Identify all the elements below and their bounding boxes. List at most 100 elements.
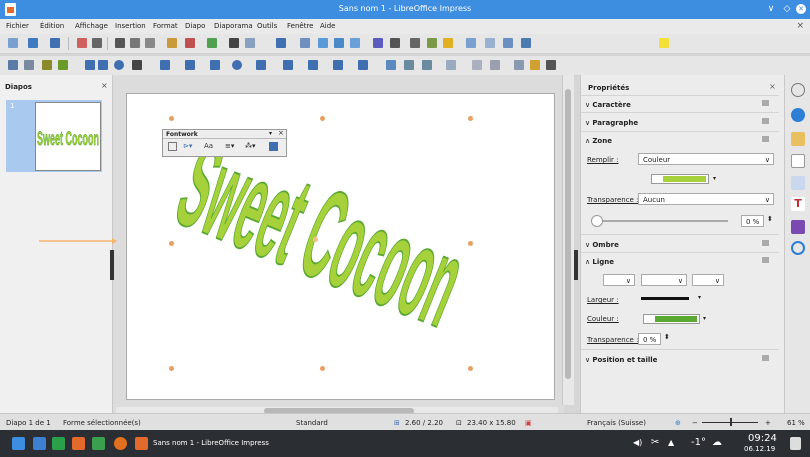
- section-paragraphe[interactable]: ∨ Paragraphe: [585, 119, 638, 127]
- slides-pane-close-icon[interactable]: ×: [101, 81, 108, 90]
- print-icon[interactable]: [92, 38, 102, 48]
- fontwork-alignment-icon[interactable]: ≡▾: [225, 142, 234, 150]
- zone-more-icon[interactable]: [762, 136, 769, 142]
- insert-image-icon[interactable]: [318, 38, 328, 48]
- menu-fenetre[interactable]: Fenêtre: [287, 22, 313, 30]
- clock-date[interactable]: 06.12.19: [744, 445, 775, 453]
- menu-diapo[interactable]: Diapo: [185, 22, 205, 30]
- zoom-in-button[interactable]: +: [765, 419, 771, 427]
- close-window-button[interactable]: ✕: [796, 4, 806, 14]
- weather-icon[interactable]: ☁: [712, 437, 722, 448]
- section-position-taille[interactable]: ∨ Position et taille: [585, 356, 657, 364]
- expand-tray-icon[interactable]: ▲: [668, 438, 674, 447]
- transparence-slider-knob[interactable]: [591, 215, 603, 227]
- slide-layout-icon[interactable]: [485, 38, 495, 48]
- line-style-dropdown[interactable]: ∨: [641, 274, 687, 286]
- sidebar-collapse-handle[interactable]: [574, 250, 578, 280]
- menu-diaporama[interactable]: Diaporama: [214, 22, 253, 30]
- selection-handle[interactable]: [169, 366, 174, 371]
- ombre-more-icon[interactable]: [762, 240, 769, 246]
- extrusion-icon[interactable]: [546, 60, 556, 70]
- draw-mode-icon[interactable]: [659, 38, 669, 48]
- distribute-icon[interactable]: [446, 60, 456, 70]
- section-caractere[interactable]: ∨ Caractère: [585, 101, 631, 109]
- firefox-icon[interactable]: [114, 437, 127, 450]
- symbol-shapes-icon[interactable]: [232, 60, 242, 70]
- slide-pane-collapse-handle[interactable]: [110, 250, 114, 280]
- section-zone[interactable]: ∧ Zone: [585, 137, 612, 145]
- fontwork-same-letter-heights-icon[interactable]: Aa: [204, 142, 213, 150]
- line-icon[interactable]: [85, 60, 95, 70]
- fontwork-spacing-icon[interactable]: ⁂▾: [245, 142, 256, 150]
- fontwork-close-icon[interactable]: ×: [278, 129, 284, 137]
- rectangle-icon[interactable]: [98, 60, 108, 70]
- fontwork-extrusion-icon[interactable]: [269, 142, 278, 151]
- fontwork-insert-icon[interactable]: [168, 142, 177, 151]
- line-color-picker[interactable]: [643, 314, 700, 324]
- draw-icon[interactable]: [92, 437, 105, 450]
- export-pdf-icon[interactable]: [77, 38, 87, 48]
- fontwork-shape-icon[interactable]: ⊳▾: [183, 142, 192, 150]
- menu-icon[interactable]: [791, 83, 805, 97]
- find-replace-icon[interactable]: [229, 38, 239, 48]
- undo-icon[interactable]: [185, 38, 195, 48]
- show-draw-functions-icon[interactable]: [443, 38, 453, 48]
- selection-handle[interactable]: [320, 366, 325, 371]
- navigator-icon[interactable]: [791, 241, 805, 255]
- launcher-icon[interactable]: [12, 437, 25, 450]
- copy-icon[interactable]: [130, 38, 140, 48]
- transparence-percent-field[interactable]: 0 %: [741, 215, 764, 227]
- points-icon[interactable]: [514, 60, 524, 70]
- flowchart-icon[interactable]: [283, 60, 293, 70]
- adjust-handle[interactable]: [313, 237, 318, 242]
- volume-icon[interactable]: ◀): [633, 438, 642, 447]
- align-icon[interactable]: [404, 60, 414, 70]
- vertical-scroll-thumb[interactable]: [565, 89, 571, 379]
- gallery-icon[interactable]: [791, 220, 805, 234]
- redo-icon[interactable]: [207, 38, 217, 48]
- selection-handle[interactable]: [468, 116, 473, 121]
- slide-transition-icon[interactable]: [791, 132, 805, 146]
- task-title[interactable]: Sans nom 1 - LibreOffice Impress: [153, 439, 269, 447]
- caractere-more-icon[interactable]: [762, 100, 769, 106]
- selection-handle[interactable]: [169, 116, 174, 121]
- line-end-arrow-dropdown[interactable]: ∨: [692, 274, 724, 286]
- zoom-slider-knob[interactable]: [730, 418, 732, 426]
- transparence-dropdown[interactable]: Aucun ∨: [638, 193, 774, 205]
- display-grid-icon[interactable]: [276, 38, 286, 48]
- arrange-icon[interactable]: [422, 60, 432, 70]
- selection-handle[interactable]: [320, 116, 325, 121]
- insert-special-character-icon[interactable]: [390, 38, 400, 48]
- basic-shapes-icon[interactable]: [210, 60, 220, 70]
- start-presentation-icon[interactable]: [466, 38, 476, 48]
- master-slides-icon[interactable]: [791, 154, 805, 168]
- paste-icon[interactable]: [145, 38, 155, 48]
- zoom-out-button[interactable]: −: [692, 419, 698, 427]
- minimize-button[interactable]: ∨: [765, 3, 777, 15]
- menu-fichier[interactable]: Fichier: [6, 22, 29, 30]
- zoom-icon[interactable]: [24, 60, 34, 70]
- fill-color-dropdown-icon[interactable]: ▾: [713, 175, 716, 182]
- trash-icon[interactable]: [790, 437, 801, 450]
- close-document-icon[interactable]: ×: [796, 21, 804, 31]
- status-language[interactable]: Français (Suisse): [587, 419, 646, 427]
- styles-icon[interactable]: [791, 176, 805, 190]
- document-modified-icon[interactable]: ▣: [525, 419, 532, 427]
- spelling-icon[interactable]: [245, 38, 255, 48]
- insert-textbox-icon[interactable]: [373, 38, 383, 48]
- menu-insertion[interactable]: Insertion: [115, 22, 146, 30]
- transparence-slider[interactable]: [593, 220, 728, 222]
- select-icon[interactable]: [8, 60, 18, 70]
- menu-edition[interactable]: Édition: [40, 22, 64, 30]
- fontwork-menu-icon[interactable]: ▾: [269, 130, 272, 137]
- 3d-objects-icon[interactable]: [358, 60, 368, 70]
- section-ombre[interactable]: ∨ Ombre: [585, 241, 619, 249]
- line-color-dropdown-icon[interactable]: ▾: [703, 315, 706, 322]
- calc-icon[interactable]: [52, 437, 65, 450]
- fit-slide-icon[interactable]: ⊕: [675, 419, 681, 427]
- menu-outils[interactable]: Outils: [257, 22, 277, 30]
- clone-formatting-icon[interactable]: [167, 38, 177, 48]
- ligne-more-icon[interactable]: [762, 257, 769, 263]
- fill-color-picker[interactable]: [651, 174, 709, 184]
- position-more-icon[interactable]: [762, 355, 769, 361]
